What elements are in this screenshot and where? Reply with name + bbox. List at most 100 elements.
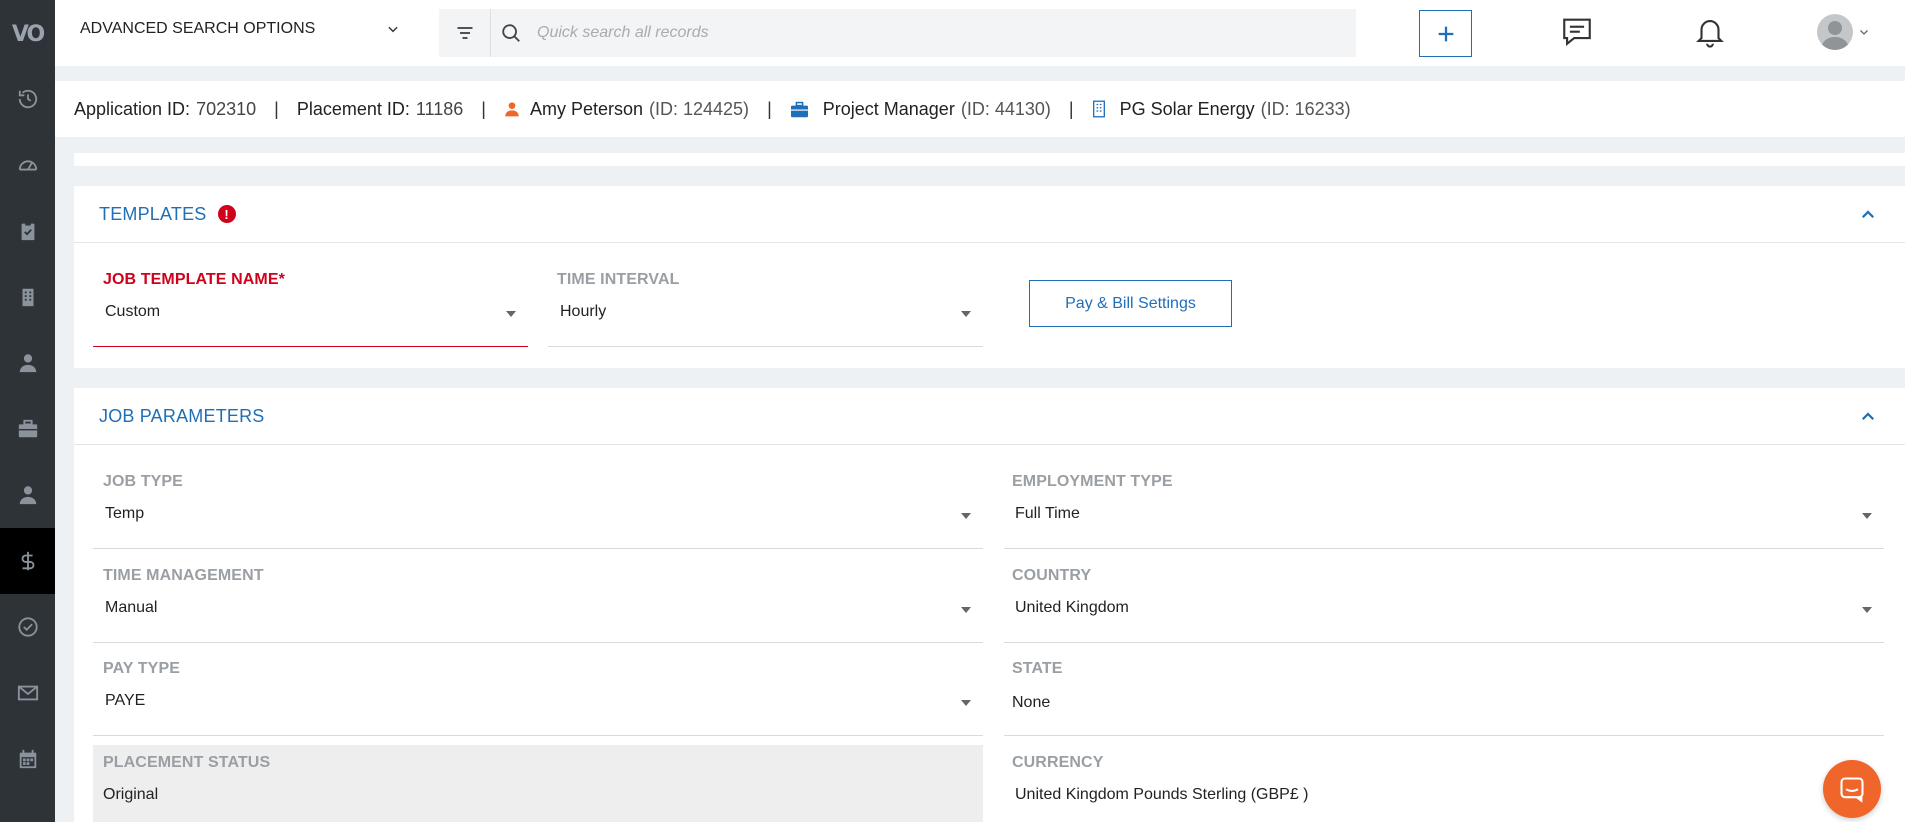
clipboard-check-icon[interactable] [0, 198, 55, 264]
record-info-bar: Application ID: 702310 | Placement ID: 1… [55, 81, 1905, 137]
separator: | [481, 98, 486, 119]
user-icon[interactable] [0, 462, 55, 528]
field-label: TIME MANAGEMENT [103, 567, 264, 584]
field-label: JOB TEMPLATE NAME [103, 271, 279, 288]
field-underline [1004, 735, 1884, 736]
field-label: TIME INTERVAL [557, 271, 680, 288]
person-icon [504, 100, 520, 118]
job-parameters-panel-header[interactable]: JOB PARAMETERS [74, 388, 1905, 445]
country-select[interactable]: COUNTRY United Kingdom [1004, 567, 1884, 643]
placement-status-field: PLACEMENT STATUS Original [93, 745, 983, 822]
check-circle-icon[interactable] [0, 594, 55, 660]
field-value: Manual [105, 599, 158, 616]
filter-icon[interactable] [439, 9, 491, 57]
separator: | [1068, 98, 1074, 119]
field-label: CURRENCY [1012, 754, 1104, 771]
warning-icon: ! [217, 205, 236, 223]
briefcase-icon [790, 101, 809, 118]
chevron-up-icon[interactable] [1859, 206, 1877, 229]
job-id: (ID: 44130) [960, 98, 1051, 119]
time-management-select[interactable]: TIME MANAGEMENT Manual [93, 567, 983, 643]
state-field: STATE None [1004, 660, 1884, 736]
job-type-select[interactable]: JOB TYPE Temp [93, 473, 983, 549]
candidate-name-link[interactable]: Amy Peterson [530, 99, 643, 120]
field-underline [93, 346, 528, 347]
placement-id-label: Placement ID: [296, 98, 410, 119]
calendar-icon[interactable] [0, 726, 55, 792]
user-avatar[interactable] [1817, 14, 1853, 50]
pay-bill-settings-button[interactable]: Pay & Bill Settings [1029, 280, 1232, 327]
pay-type-select[interactable]: PAY TYPE PAYE [93, 660, 983, 736]
history-icon[interactable] [0, 66, 55, 132]
placement-id-value: 11186 [415, 98, 464, 119]
employment-type-select[interactable]: EMPLOYMENT TYPE Full Time [1004, 473, 1884, 549]
dashboard-icon[interactable] [0, 132, 55, 198]
field-value: Temp [105, 505, 145, 522]
chevron-down-icon [386, 22, 400, 41]
job-template-name-select[interactable]: JOB TEMPLATE NAME* Custom [93, 271, 528, 347]
advanced-search-label: ADVANCED SEARCH OPTIONS [80, 20, 316, 37]
chevron-up-icon[interactable] [1859, 408, 1877, 431]
separator: | [274, 98, 279, 119]
templates-panel-header[interactable]: TEMPLATES ! [74, 186, 1905, 243]
caret-down-icon [961, 607, 971, 613]
user-tie-icon[interactable] [0, 330, 55, 396]
mail-icon[interactable] [0, 660, 55, 726]
field-label: PLACEMENT STATUS [103, 754, 271, 771]
field-value: PAYE [105, 692, 146, 709]
separator: | [767, 98, 772, 119]
field-underline [1004, 548, 1884, 549]
candidate-id: (ID: 124425) [649, 98, 750, 119]
panel-title: TEMPLATES [99, 203, 207, 224]
company-id: (ID: 16233) [1260, 98, 1351, 119]
field-underline [93, 548, 983, 549]
search-icon [491, 22, 531, 44]
advanced-search-dropdown[interactable]: ADVANCED SEARCH OPTIONS [80, 20, 400, 38]
panel-title: JOB PARAMETERS [99, 405, 265, 426]
field-value: Hourly [560, 303, 607, 320]
field-underline [548, 346, 983, 347]
company-name-link[interactable]: PG Solar Energy [1120, 99, 1255, 120]
search-input[interactable] [537, 24, 1337, 42]
field-label: PAY TYPE [103, 660, 180, 677]
caret-down-icon [961, 513, 971, 519]
caret-down-icon [961, 700, 971, 706]
caret-down-icon [961, 311, 971, 317]
chat-icon [1840, 777, 1864, 803]
time-interval-select[interactable]: TIME INTERVAL Hourly [548, 271, 983, 347]
avatar-chevron-down-icon[interactable] [1858, 25, 1870, 43]
building-icon [1092, 100, 1106, 118]
field-value: United Kingdom Pounds Sterling (GBP£ ) [1015, 786, 1309, 803]
field-value: None [1012, 694, 1051, 711]
field-label: JOB TYPE [103, 473, 183, 490]
caret-down-icon [1862, 513, 1872, 519]
field-underline [93, 642, 983, 643]
add-button[interactable] [1419, 10, 1472, 57]
dollar-icon[interactable] [0, 528, 55, 594]
search-bar [439, 9, 1356, 57]
sidebar: VO [0, 0, 55, 822]
application-id-label: Application ID: [74, 98, 191, 119]
field-label: EMPLOYMENT TYPE [1012, 473, 1173, 490]
field-value: Original [103, 786, 159, 803]
currency-field: CURRENCY United Kingdom Pounds Sterling … [1004, 754, 1884, 822]
field-label: COUNTRY [1012, 567, 1092, 584]
app-logo[interactable]: VO [0, 0, 55, 68]
required-mark: * [278, 271, 285, 288]
job-title-link[interactable]: Project Manager [823, 99, 955, 120]
field-underline [1004, 642, 1884, 643]
field-label: STATE [1012, 660, 1063, 677]
chat-support-button[interactable] [1823, 760, 1881, 818]
caret-down-icon [1862, 607, 1872, 613]
content-divider [74, 153, 1905, 166]
field-value: Custom [105, 303, 161, 320]
building-icon[interactable] [0, 264, 55, 330]
messages-icon[interactable] [1560, 14, 1594, 53]
caret-down-icon [506, 311, 516, 317]
field-value: United Kingdom [1015, 599, 1129, 616]
field-underline [93, 735, 983, 736]
briefcase-icon[interactable] [0, 396, 55, 462]
field-value: Full Time [1015, 505, 1080, 522]
notifications-bell-icon[interactable] [1693, 14, 1727, 53]
top-bar: ADVANCED SEARCH OPTIONS [55, 0, 1905, 66]
